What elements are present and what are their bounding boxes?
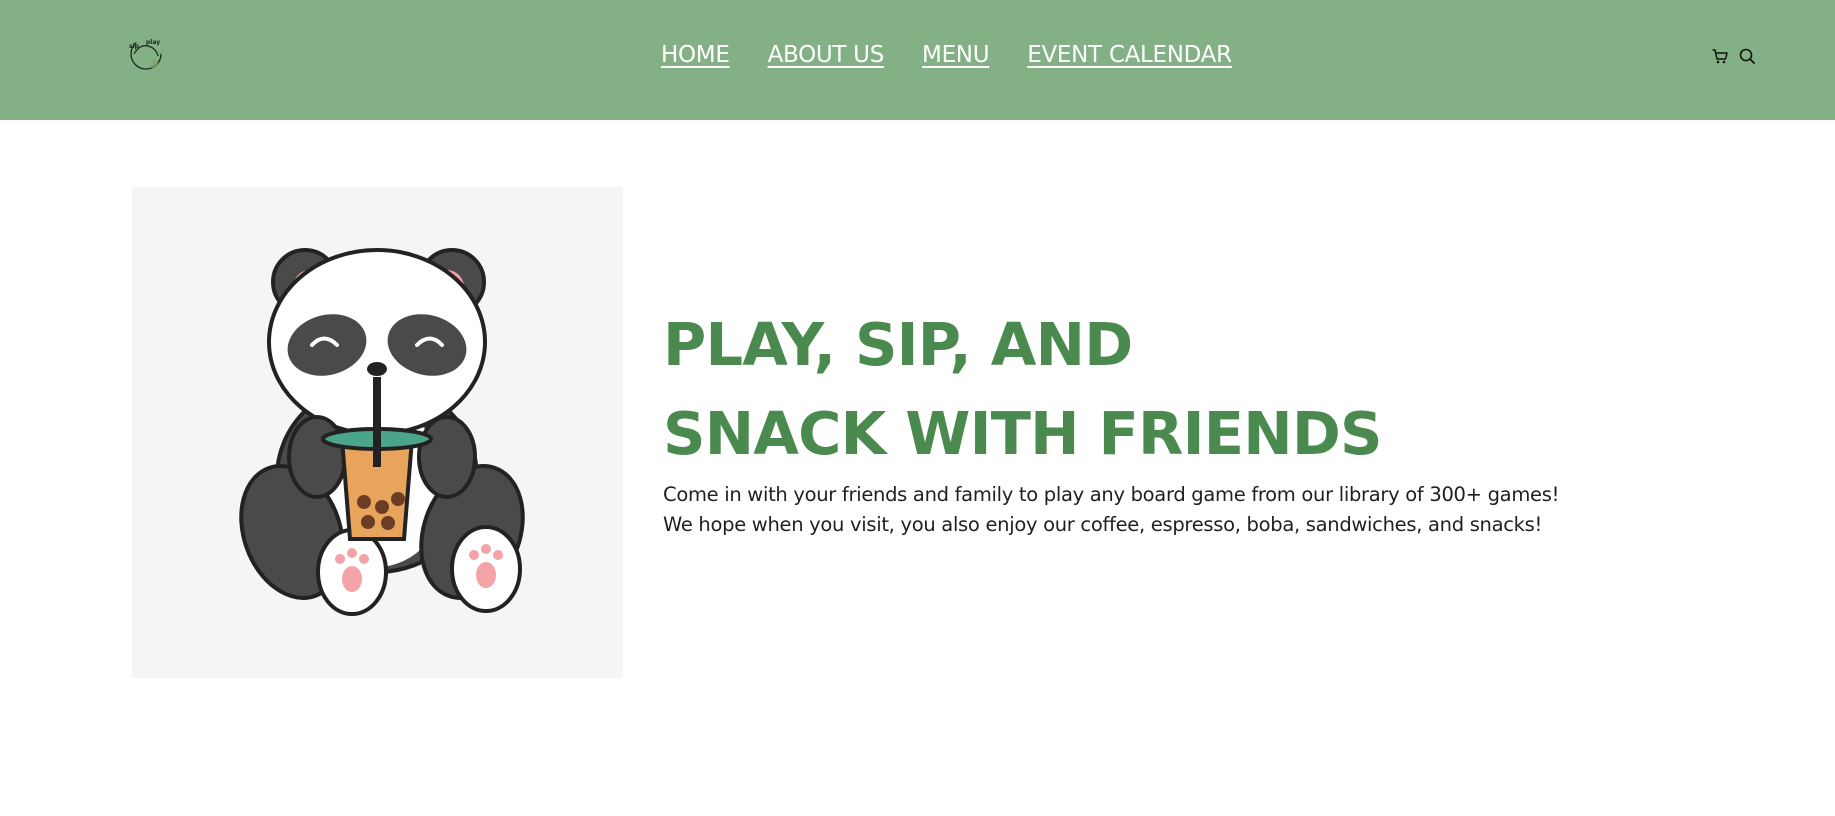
site-header: sip play HOME ABOUT US MENU EVENT CALEND… bbox=[0, 0, 1835, 120]
search-icon[interactable] bbox=[1738, 47, 1756, 65]
nav-about-us[interactable]: ABOUT US bbox=[768, 42, 885, 76]
hero-content: PLAY, SIP, AND SNACK WITH FRIENDS Come i… bbox=[663, 300, 1663, 540]
nav-menu[interactable]: MENU bbox=[922, 42, 990, 76]
hero-headline-line2: SNACK WITH FRIENDS bbox=[663, 399, 1383, 468]
hero-image bbox=[132, 187, 623, 678]
panda-boba-illustration bbox=[239, 248, 525, 616]
svg-text:sip: sip bbox=[129, 43, 140, 50]
nav-event-calendar[interactable]: EVENT CALENDAR bbox=[1027, 42, 1232, 76]
logo-icon[interactable]: sip play bbox=[124, 32, 168, 76]
nav-home[interactable]: HOME bbox=[661, 42, 730, 76]
hero-headline-line1: PLAY, SIP, AND bbox=[663, 310, 1133, 379]
main-nav: HOME ABOUT US MENU EVENT CALENDAR bbox=[661, 42, 1232, 76]
hero-body-line2: We hope when you visit, you also enjoy o… bbox=[663, 513, 1543, 536]
hero-body-line1: Come in with your friends and family to … bbox=[663, 483, 1560, 506]
svg-text:play: play bbox=[146, 39, 160, 46]
header-icons bbox=[1711, 47, 1756, 65]
cart-icon[interactable] bbox=[1711, 47, 1729, 65]
